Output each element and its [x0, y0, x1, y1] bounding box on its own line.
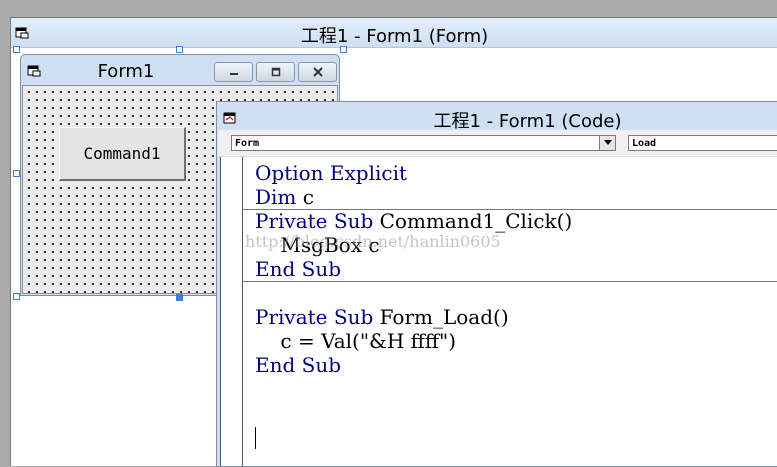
command1-button[interactable]: Command1 — [59, 127, 186, 181]
procedure-combo[interactable]: Load — [628, 135, 777, 151]
code-line[interactable]: End Sub — [255, 257, 777, 281]
code-text: Form_Load() — [373, 305, 509, 329]
form1-title: Form1 — [97, 61, 155, 82]
procedure-combo-value: Load — [632, 138, 657, 149]
object-combo[interactable]: Form — [231, 135, 616, 151]
form1-titlebar[interactable]: Form1 — [21, 55, 339, 85]
code-lines: Option Explicit Dim c Private Sub Command1… — [255, 161, 777, 377]
maximize-button[interactable] — [256, 62, 295, 82]
code-keyword: Private Sub — [255, 209, 374, 233]
code-keyword: Option Explicit — [255, 161, 408, 185]
code-keyword: End Sub — [255, 353, 342, 377]
text-caret — [255, 427, 256, 449]
resize-handle-sw[interactable] — [13, 293, 20, 300]
chevron-down-icon — [603, 140, 612, 145]
watermark: http://blog.csdn.net/hanlin0605 — [245, 232, 501, 251]
code-line[interactable]: Private Sub Command1_Click() — [255, 209, 777, 233]
object-combo-dropdown[interactable] — [599, 136, 615, 150]
resize-handle-n[interactable] — [176, 46, 183, 53]
code-titlebar[interactable]: 工程1 - Form1 (Code) — [217, 102, 777, 132]
minimize-icon — [229, 73, 238, 75]
code-keyword: End Sub — [255, 257, 342, 281]
code-keyword: Private Sub — [255, 305, 374, 329]
maximize-icon — [271, 67, 280, 77]
code-window[interactable]: 工程1 - Form1 (Code) Form Load Option Expl… — [216, 101, 777, 467]
code-editor[interactable]: Option Explicit Dim c Private Sub Command1… — [220, 157, 777, 466]
resize-handle-ne[interactable] — [340, 46, 347, 53]
code-combo-bar: Form Load — [218, 130, 777, 156]
close-icon — [312, 67, 323, 77]
code-line[interactable]: Private Sub Form_Load() — [255, 305, 777, 329]
resize-handle-s[interactable] — [176, 294, 183, 301]
code-line[interactable]: End Sub — [255, 353, 777, 377]
code-line[interactable]: c = Val("&H ffff") — [255, 329, 777, 353]
code-keyword: Dim — [255, 185, 297, 209]
resize-handle-w[interactable] — [13, 170, 20, 177]
close-button[interactable] — [298, 62, 337, 82]
code-text: Command1_Click() — [373, 209, 573, 233]
minimize-button[interactable] — [214, 62, 253, 82]
designer-title: 工程1 - Form1 (Form) — [300, 26, 489, 47]
code-line[interactable]: Option Explicit — [255, 161, 777, 185]
object-combo-value: Form — [235, 138, 260, 149]
resize-handle-nw[interactable] — [13, 46, 20, 53]
code-text: c = Val("&H ffff") — [255, 329, 457, 353]
code-line[interactable]: Dim c — [255, 185, 777, 209]
code-line[interactable] — [255, 281, 777, 305]
code-margin — [221, 157, 243, 466]
designer-titlebar[interactable]: 工程1 - Form1 (Form) — [11, 18, 777, 48]
code-text: c — [296, 185, 314, 209]
